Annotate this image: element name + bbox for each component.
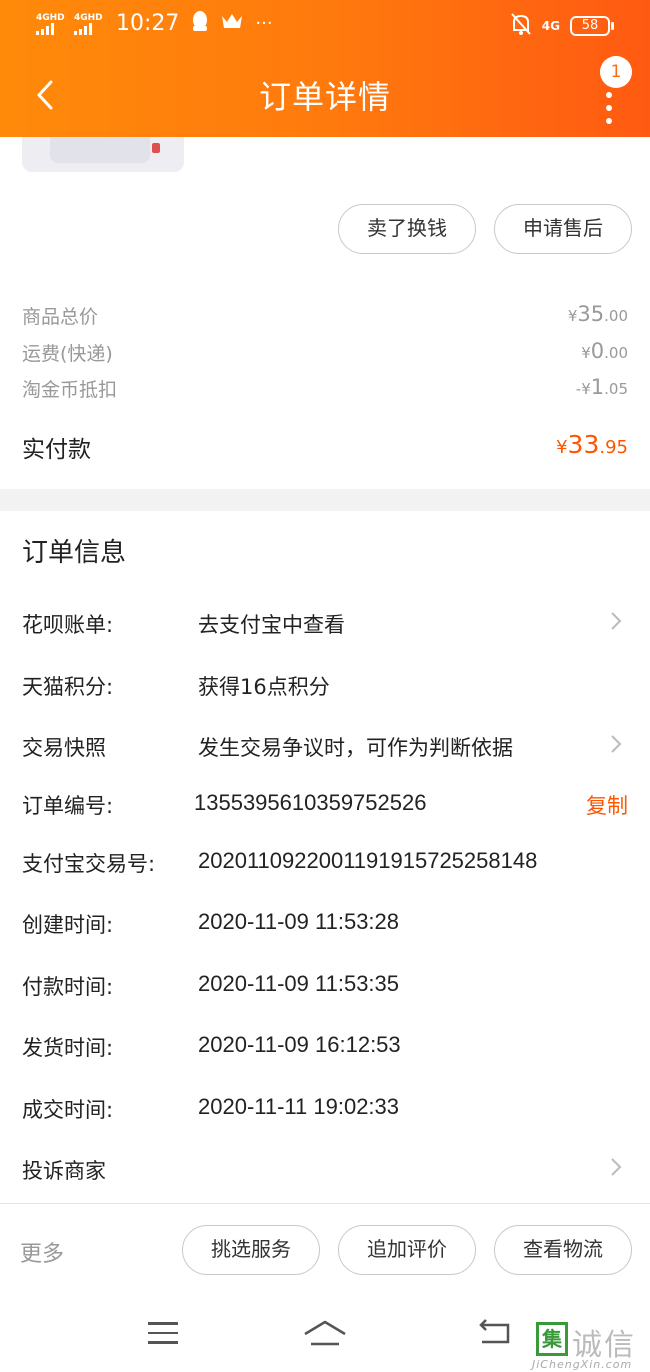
goods-total-label: 商品总价	[22, 306, 99, 328]
shipping-row: 运费(快递) ¥0.00	[22, 339, 628, 367]
system-back-icon[interactable]	[478, 1318, 514, 1346]
status-left: 4GHD 4GHD 10:27 ···	[36, 10, 273, 37]
after-sale-button[interactable]: 申请售后	[494, 204, 632, 254]
menu-icon[interactable]	[148, 1322, 178, 1351]
paid-row: 实付款 ¥33.95	[22, 430, 628, 464]
info-row-huabei[interactable]: 花呗账单: 去支付宝中查看	[22, 609, 628, 649]
section-separator	[0, 489, 650, 511]
info-row-alipay-txn: 支付宝交易号: 2020110922001191915725258148	[22, 848, 538, 876]
shipping-label: 运费(快递)	[22, 343, 113, 365]
watermark-url: JiChengXin.com	[532, 1358, 633, 1371]
product-thumbnail[interactable]	[22, 137, 184, 172]
view-logistics-button[interactable]: 查看物流	[494, 1225, 632, 1275]
status-time: 10:27	[116, 11, 180, 36]
order-info-title: 订单信息	[22, 538, 127, 568]
status-right: 4G 58	[510, 12, 614, 40]
notification-badge[interactable]: 1	[600, 56, 632, 88]
more-menu-icon[interactable]	[606, 92, 612, 131]
select-service-button[interactable]: 挑选服务	[182, 1225, 320, 1275]
coin-deduction-row: 淘金币抵扣 -¥1.05	[22, 375, 628, 403]
mute-bell-icon	[510, 12, 532, 40]
chevron-right-icon	[611, 1158, 622, 1176]
page-title: 订单详情	[258, 78, 391, 116]
battery-icon: 58	[570, 16, 614, 36]
shipping-value: ¥0.00	[581, 339, 628, 363]
goods-total-value: ¥35.00	[567, 302, 628, 326]
info-row-paid-time: 付款时间: 2020-11-09 11:53:35	[22, 971, 400, 999]
info-row-completed-time: 成交时间: 2020-11-11 19:02:33	[22, 1094, 400, 1122]
signal-1-icon: 4GHD	[36, 13, 66, 35]
product-shirt-image	[50, 137, 150, 163]
qq-icon	[191, 10, 209, 37]
watermark-logo: 集 诚信 JiChengXin.com	[528, 1318, 650, 1372]
paid-label: 实付款	[22, 437, 91, 463]
coin-deduction-label: 淘金币抵扣	[22, 379, 118, 401]
info-row-tmall-points: 天猫积分: 获得16点积分	[22, 675, 330, 699]
crown-icon	[221, 12, 243, 35]
bottom-divider	[0, 1203, 650, 1204]
more-button[interactable]: 更多	[20, 1236, 64, 1268]
signal-2-icon: 4GHD	[74, 13, 104, 35]
coin-deduction-value: -¥1.05	[575, 375, 628, 399]
info-row-shipped-time: 发货时间: 2020-11-09 16:12:53	[22, 1032, 401, 1060]
chevron-right-icon	[611, 612, 622, 630]
chevron-right-icon	[611, 735, 622, 753]
paid-value: ¥33.95	[556, 430, 628, 459]
watermark-box: 集	[536, 1322, 568, 1356]
more-status-icon: ···	[255, 13, 273, 34]
goods-total-row: 商品总价 ¥35.00	[22, 302, 628, 330]
info-row-snapshot[interactable]: 交易快照 发生交易争议时，可作为判断依据	[22, 732, 628, 772]
info-row-order-number: 订单编号: 1355395610359752526 复制	[22, 790, 628, 820]
info-row-complain[interactable]: 投诉商家	[22, 1155, 628, 1195]
sell-button[interactable]: 卖了换钱	[338, 204, 476, 254]
add-review-button[interactable]: 追加评价	[338, 1225, 476, 1275]
header-bar: 4GHD 4GHD 10:27 ··· 4G 58 订单详情 1	[0, 0, 650, 137]
copy-button[interactable]: 复制	[586, 790, 628, 820]
network-4g-icon: 4G	[541, 19, 560, 33]
status-bar: 4GHD 4GHD 10:27 ··· 4G 58	[0, 0, 650, 52]
home-icon[interactable]	[302, 1318, 348, 1348]
info-row-created: 创建时间: 2020-11-09 11:53:28	[22, 909, 400, 937]
